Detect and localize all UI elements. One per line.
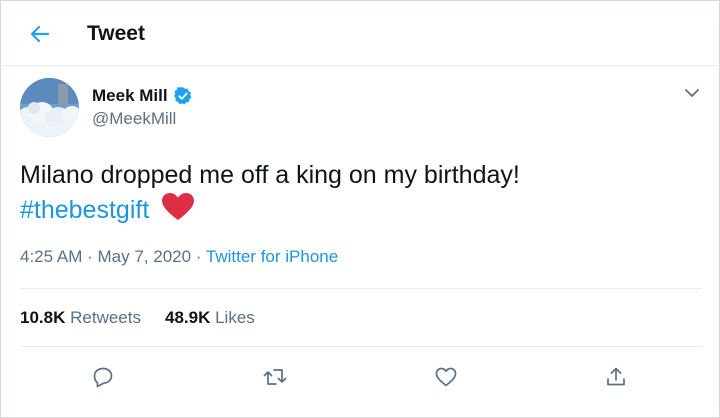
like-icon	[435, 367, 457, 387]
share-button[interactable]	[600, 361, 632, 393]
author-handle[interactable]: @MeekMill	[92, 109, 176, 129]
author-display-name[interactable]: Meek Mill	[92, 86, 168, 106]
tweet-page: Tweet Meek Mill @MeekMill Milano dropped…	[0, 0, 720, 418]
retweets-count: 10.8K	[20, 308, 66, 327]
likes-label: Likes	[215, 308, 255, 327]
heart-emoji-icon	[162, 192, 195, 221]
likes-count: 48.9K	[164, 308, 211, 327]
divider	[20, 346, 702, 347]
retweets-stat[interactable]: 10.8K Retweets	[20, 308, 141, 328]
avatar[interactable]	[20, 78, 79, 137]
tweet-body: Milano dropped me off a king on my birth…	[20, 159, 700, 227]
tweet-stats: 10.8K Retweets 48.9K Likes	[20, 308, 255, 328]
arrow-left-icon	[30, 25, 50, 43]
tweet-time[interactable]: 4:25 AM	[20, 247, 82, 266]
tweet-meta: 4:25 AM · May 7, 2020 · Twitter for iPho…	[20, 247, 338, 267]
tweet-source-link[interactable]: Twitter for iPhone	[206, 247, 338, 266]
retweet-button[interactable]	[259, 361, 291, 393]
header-bar: Tweet	[2, 2, 720, 66]
share-icon	[607, 367, 625, 386]
tweet-date[interactable]: May 7, 2020	[98, 247, 192, 266]
like-button[interactable]	[430, 361, 462, 393]
hashtag-link[interactable]: #thebestgift	[20, 196, 149, 224]
divider	[20, 288, 702, 289]
verified-badge-icon	[173, 87, 191, 105]
back-button[interactable]	[20, 18, 60, 50]
reply-icon	[93, 367, 113, 388]
retweet-icon	[263, 369, 287, 385]
meta-separator: ·	[87, 247, 93, 266]
reply-button[interactable]	[87, 361, 119, 393]
retweets-label: Retweets	[70, 308, 141, 327]
author-name-row[interactable]: Meek Mill	[92, 86, 193, 106]
page-title: Tweet	[87, 22, 145, 45]
likes-stat[interactable]: 48.9K Likes	[165, 308, 255, 328]
tweet-text: Milano dropped me off a king on my birth…	[20, 161, 520, 189]
meta-separator: ·	[195, 247, 202, 266]
action-bar	[1, 361, 720, 393]
more-options-button[interactable]	[681, 85, 703, 101]
chevron-down-icon	[685, 89, 699, 97]
